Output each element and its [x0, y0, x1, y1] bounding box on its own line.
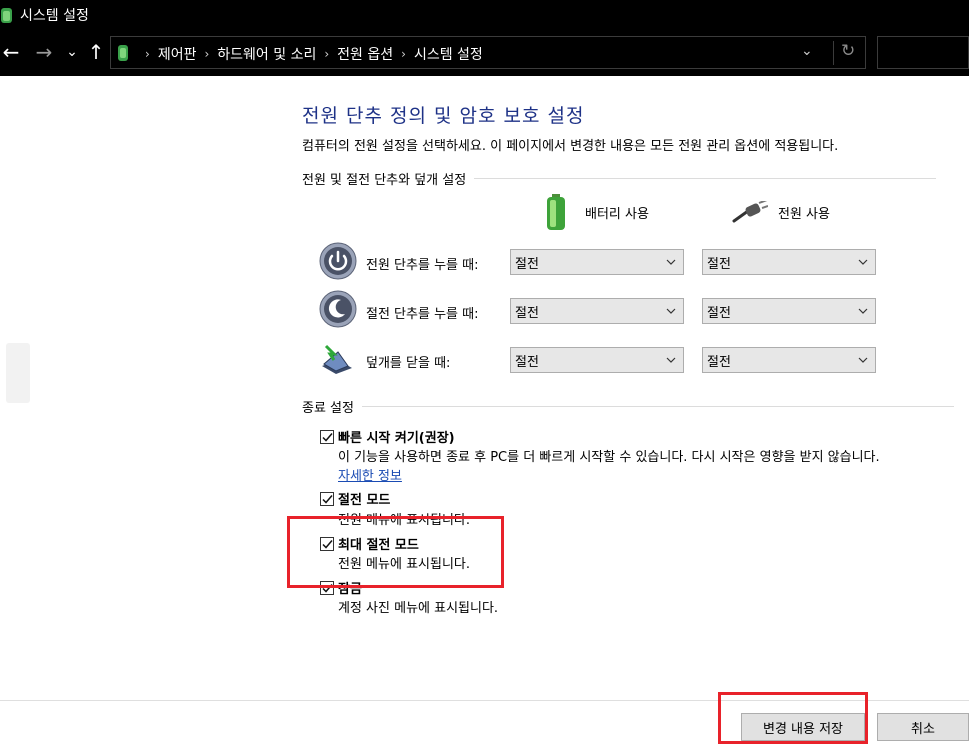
- chevron-down-icon: [666, 357, 676, 363]
- power-buttons-section-header: 전원 및 절전 단추와 덮개 설정: [302, 169, 937, 188]
- sleep-button-plugged-select[interactable]: 절전: [702, 298, 876, 324]
- chevron-right-icon: ›: [204, 47, 210, 61]
- search-input[interactable]: [877, 36, 969, 69]
- page-title: 전원 단추 정의 및 암호 보호 설정: [302, 105, 585, 127]
- plugged-column-header: 전원 사용: [732, 201, 830, 223]
- title-bar: 시스템 설정: [0, 0, 969, 29]
- select-value: 절전: [515, 305, 539, 321]
- breadcrumb: › 제어판 › 하드웨어 및 소리 › 전원 옵션 › 시스템 설정: [137, 44, 483, 64]
- address-bar[interactable]: › 제어판 › 하드웨어 및 소리 › 전원 옵션 › 시스템 설정 ⌄ ↻: [110, 36, 866, 69]
- lid-close-plugged-select[interactable]: 절전: [702, 347, 876, 373]
- lid-close-label: 덮개를 닫을 때:: [366, 356, 451, 371]
- arrow-left-icon: ←: [2, 40, 20, 64]
- sleep-checkbox[interactable]: [320, 492, 334, 506]
- lock-description: 계정 사진 메뉴에 표시됩니다.: [338, 601, 499, 616]
- lid-close-battery-select[interactable]: 절전: [510, 347, 684, 373]
- arrow-right-icon: →: [35, 40, 53, 64]
- chevron-down-icon: [858, 259, 868, 265]
- chevron-right-icon: ›: [145, 47, 150, 61]
- up-button[interactable]: ↑: [86, 37, 106, 67]
- address-divider: [833, 41, 834, 65]
- select-value: 절전: [515, 256, 539, 272]
- sleep-button-battery-select[interactable]: 절전: [510, 298, 684, 324]
- back-button[interactable]: ←: [0, 37, 22, 67]
- battery-icon: [547, 194, 565, 230]
- address-history-dropdown-icon[interactable]: ⌄: [801, 43, 813, 59]
- checkmark-icon: [322, 433, 333, 442]
- chevron-down-icon: [858, 308, 868, 314]
- breadcrumb-item-control-panel[interactable]: 제어판: [158, 44, 197, 64]
- forward-button[interactable]: →: [33, 37, 55, 67]
- save-highlight-box: [718, 692, 868, 744]
- more-info-link[interactable]: 자세한 정보: [338, 465, 402, 484]
- laptop-lid-icon: [322, 344, 352, 374]
- chevron-down-icon: ⌄: [66, 44, 78, 60]
- refresh-icon[interactable]: ↻: [841, 41, 855, 61]
- cancel-button[interactable]: 취소: [877, 713, 969, 741]
- shutdown-section-header: 종료 설정: [302, 397, 954, 416]
- select-value: 절전: [707, 256, 731, 272]
- checkmark-icon: [322, 495, 333, 504]
- power-buttons-section-title: 전원 및 절전 단추와 덮개 설정: [302, 173, 467, 188]
- select-value: 절전: [707, 305, 731, 321]
- battery-column-header: 배터리 사용: [545, 193, 649, 231]
- section-divider: [361, 406, 954, 407]
- battery-column-label: 배터리 사용: [585, 206, 649, 222]
- select-value: 절전: [515, 354, 539, 370]
- chevron-right-icon: ›: [324, 47, 330, 61]
- navigation-bar: ← → ⌄ ↑ › 제어판 › 하드웨어 및 소리 › 전원 옵션 › 시스템 …: [0, 29, 969, 76]
- page-description: 컴퓨터의 전원 설정을 선택하세요. 이 페이지에서 변경한 내용은 모든 전원…: [302, 139, 839, 154]
- section-divider: [474, 178, 937, 179]
- power-button-icon: [319, 242, 357, 280]
- power-plug-icon: [732, 201, 768, 223]
- battery-app-icon: [1, 7, 12, 23]
- window-title: 시스템 설정: [20, 7, 89, 24]
- shutdown-section-title: 종료 설정: [302, 401, 354, 416]
- fast-startup-title[interactable]: 빠른 시작 켜기(권장): [338, 427, 455, 446]
- chevron-down-icon: [666, 308, 676, 314]
- chevron-down-icon: [666, 259, 676, 265]
- hibernate-highlight-box: [287, 516, 504, 588]
- fast-startup-description: 이 기능을 사용하면 종료 후 PC를 더 빠르게 시작할 수 있습니다. 다시…: [338, 450, 880, 465]
- sleep-title[interactable]: 절전 모드: [338, 489, 390, 508]
- arrow-up-icon: ↑: [87, 40, 105, 64]
- chevron-down-icon: [858, 357, 868, 363]
- sleep-button-icon: [319, 290, 357, 328]
- breadcrumb-item-hardware-sound[interactable]: 하드웨어 및 소리: [217, 44, 316, 64]
- recent-locations-button[interactable]: ⌄: [63, 37, 81, 67]
- select-value: 절전: [707, 354, 731, 370]
- battery-location-icon: [118, 45, 128, 61]
- fast-startup-checkbox[interactable]: [320, 430, 334, 444]
- power-button-battery-select[interactable]: 절전: [510, 249, 684, 275]
- power-button-label: 전원 단추를 누를 때:: [366, 258, 479, 273]
- plugged-column-label: 전원 사용: [778, 206, 830, 222]
- breadcrumb-item-system-settings[interactable]: 시스템 설정: [414, 44, 483, 64]
- sleep-button-label: 절전 단추를 누를 때:: [366, 307, 479, 322]
- power-button-plugged-select[interactable]: 절전: [702, 249, 876, 275]
- breadcrumb-item-power-options[interactable]: 전원 옵션: [337, 44, 393, 64]
- chevron-right-icon: ›: [401, 47, 406, 61]
- side-scroll-handle[interactable]: [6, 343, 30, 403]
